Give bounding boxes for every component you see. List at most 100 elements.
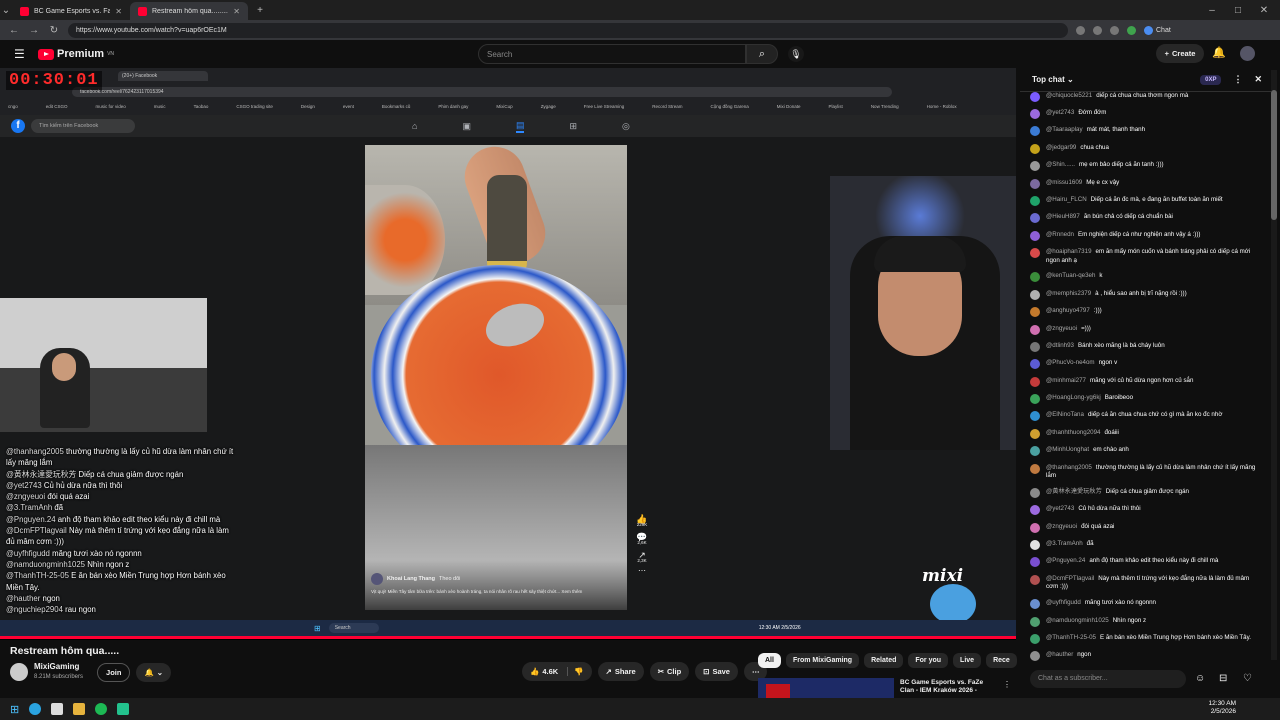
chat-message[interactable]: @MinhUonghat em chào anh [1030, 443, 1258, 460]
chat-message[interactable]: @minhmai277 măng với củ hũ dừa ngon hơn c… [1030, 373, 1258, 390]
top-chat-dropdown[interactable]: Top chat ⌄ [1032, 75, 1074, 84]
extension-icon[interactable] [1093, 25, 1102, 35]
chat-author[interactable]: @Rnnedn [1046, 231, 1074, 238]
chat-message[interactable]: @namduongminh1025 Nhìn ngon z [1030, 613, 1258, 630]
chat-message[interactable]: @Pnguyen.24 anh độ tham khảo edit theo ki… [1030, 554, 1258, 571]
browser-tab-2[interactable]: Restream hôm qua.......... ✕ [130, 2, 248, 20]
chat-input[interactable]: Chat as a subscriber... [1030, 670, 1186, 688]
close-tab-icon[interactable]: ✕ [233, 7, 240, 16]
spotify-icon[interactable] [95, 703, 108, 715]
chip-from-mixigaming[interactable]: From MixiGaming [785, 653, 860, 668]
chat-message[interactable]: @yet2743 Đớm đớm [1030, 105, 1258, 122]
chat-message[interactable]: @anghuyo4797:))) [1030, 304, 1258, 321]
chat-author[interactable]: @黃林永達愛玩秋芳 [1046, 488, 1102, 495]
chat-author[interactable]: @yet2743 [1046, 109, 1074, 116]
chip-for-you[interactable]: For you [908, 653, 949, 668]
chat-author[interactable]: @DcmFPTlagvail [1046, 575, 1094, 582]
chat-message[interactable]: @zngyeuoi =))) [1030, 321, 1258, 338]
chat-message[interactable]: @Rnnedn Em nghiện diếp cá như nghiện anh … [1030, 227, 1258, 244]
chat-author[interactable]: @ThanhTH-25-05 [1046, 634, 1096, 641]
emoji-icon[interactable]: ☺ [1195, 673, 1205, 684]
chat-message[interactable]: @memphis2379 à , hiểu sao anh bị trĩ nặng… [1030, 286, 1258, 303]
fb-home-icon[interactable]: ⌂ [412, 121, 417, 131]
voice-search-button[interactable]: 🎙 [788, 46, 804, 62]
create-button[interactable]: + Create [1156, 44, 1204, 63]
chat-message[interactable]: @yet2743 Củ hủ dừa nữa thì thôi [1030, 502, 1258, 519]
tab-list-icon[interactable]: ⌄ [0, 5, 12, 16]
browser-tab-1[interactable]: BC Game Esports vs. FaZe Cl... ✕ [12, 2, 130, 20]
chat-message[interactable]: @kenTuan-qe3eh k [1030, 269, 1258, 286]
reel-author[interactable]: Khoai Lang Thang [387, 576, 435, 582]
fb-reels-icon[interactable]: ▤ [515, 120, 525, 133]
chat-author[interactable]: @thanhthuong2094 [1046, 429, 1100, 436]
chat-author[interactable]: @thanhang2005 [1046, 464, 1092, 471]
facebook-logo-icon[interactable]: f [11, 119, 25, 133]
chat-author[interactable]: @HoangLong-yg6kj [1046, 394, 1101, 401]
like-button[interactable]: 👍 4.6K 👎 [522, 662, 592, 681]
chat-menu-icon[interactable]: ⋮ [1233, 74, 1242, 85]
chat-message[interactable]: @ElNinoTana diếp cá ăn chua chua chứ có g… [1030, 408, 1258, 425]
chat-message[interactable]: @DcmFPTlagvail Này mà thêm tí trứng với k… [1030, 571, 1258, 595]
maximize-icon[interactable]: □ [1232, 5, 1244, 16]
file-icon[interactable] [51, 703, 64, 715]
chip-live[interactable]: Live [953, 653, 982, 668]
page-scrollbar[interactable] [1271, 70, 1277, 660]
chat-author[interactable]: @anghuyo4797 [1046, 307, 1090, 314]
fb-video-icon[interactable]: ▣ [462, 121, 471, 132]
scrollbar-thumb[interactable] [1271, 90, 1277, 220]
extension-icon[interactable] [1110, 25, 1119, 35]
chat-author[interactable]: @zngyeuoi [1046, 523, 1077, 530]
thumbs-down-icon[interactable]: 👎 [567, 667, 584, 676]
chat-message[interactable]: @chiquocle5221 diếp cá chua chua thơm ngo… [1030, 88, 1258, 105]
chat-message[interactable]: @thanhthuong2094 đoáiii [1030, 425, 1258, 442]
chat-author[interactable]: @jedgar99 [1046, 144, 1076, 151]
search-button[interactable]: ⌕ [746, 44, 778, 64]
fb-market-icon[interactable]: ⊞ [569, 121, 577, 132]
minimize-icon[interactable]: – [1206, 5, 1218, 16]
chat-author[interactable]: @HieuH897 [1046, 213, 1080, 220]
chat-author[interactable]: @ElNinoTana [1046, 411, 1084, 418]
explorer-icon[interactable] [73, 703, 86, 715]
chat-message[interactable]: @missu1609 Mẹ e cx vậy [1030, 175, 1258, 192]
chat-author[interactable]: @MinhUonghat [1046, 446, 1089, 453]
chat-author[interactable]: @chiquocle5221 [1046, 92, 1092, 99]
new-tab-icon[interactable]: + [254, 5, 266, 16]
chat-author[interactable]: @3.TramAnh [1046, 540, 1083, 547]
chat-message[interactable]: @hoaiphan7319 em ăn mấy món cuốn và bánh … [1030, 244, 1258, 268]
account-avatar[interactable] [1240, 46, 1255, 61]
gift-icon[interactable]: ⊟ [1219, 673, 1227, 684]
chat-author[interactable]: @Shin...... [1046, 161, 1075, 168]
chat-author[interactable]: @hauther [1046, 651, 1073, 658]
chat-message[interactable]: @PhucVo-ne4om ngon v [1030, 356, 1258, 373]
chat-author[interactable]: @yet2743 [1046, 505, 1074, 512]
close-tab-icon[interactable]: ✕ [115, 7, 122, 16]
back-icon[interactable]: ← [8, 25, 20, 36]
chat-author[interactable]: @namduongminh1025 [1046, 617, 1109, 624]
chat-author[interactable]: @PhucVo-ne4om [1046, 359, 1095, 366]
edge-icon[interactable] [29, 703, 42, 715]
join-button[interactable]: Join [97, 662, 131, 682]
chat-author[interactable]: @uyfhfigudd [1046, 599, 1081, 606]
chat-message[interactable]: @hauther ngon [1030, 648, 1258, 664]
chip-related[interactable]: Related [864, 653, 904, 668]
chat-message[interactable]: @HieuH897 ăn bún chả có diếp cá chuẩn bài [1030, 210, 1258, 227]
more-icon[interactable]: ⋯ [634, 567, 650, 575]
clip-button[interactable]: ✂ Clip [649, 662, 690, 681]
chat-message[interactable]: @thanhang2005 thường thường là lấy củ hũ … [1030, 460, 1258, 484]
facebook-search-input[interactable]: Tìm kiếm trên Facebook [31, 119, 135, 133]
chat-author[interactable]: @missu1609 [1046, 179, 1082, 186]
profile-icon[interactable] [1127, 25, 1136, 35]
close-chat-icon[interactable]: ✕ [1254, 74, 1262, 85]
chat-author[interactable]: @memphis2379 [1046, 290, 1091, 297]
chat-message[interactable]: @HoangLong-yg6kj Baroibeoo [1030, 390, 1258, 407]
chat-author[interactable]: @kenTuan-qe3eh [1046, 272, 1095, 279]
seek-bar[interactable] [0, 636, 1016, 639]
chat-author[interactable]: @zngyeuoi [1046, 325, 1077, 332]
points-badge[interactable]: 0XP [1200, 74, 1222, 85]
channel-avatar[interactable] [10, 663, 28, 681]
share-button[interactable]: ↗ Share [597, 662, 644, 681]
chat-extension-button[interactable]: Chat [1144, 25, 1171, 35]
chat-message[interactable]: @zngyeuoi đói quá azai [1030, 519, 1258, 536]
windows-start-icon[interactable]: ⊞ [10, 703, 19, 716]
forward-icon[interactable]: → [28, 25, 40, 36]
